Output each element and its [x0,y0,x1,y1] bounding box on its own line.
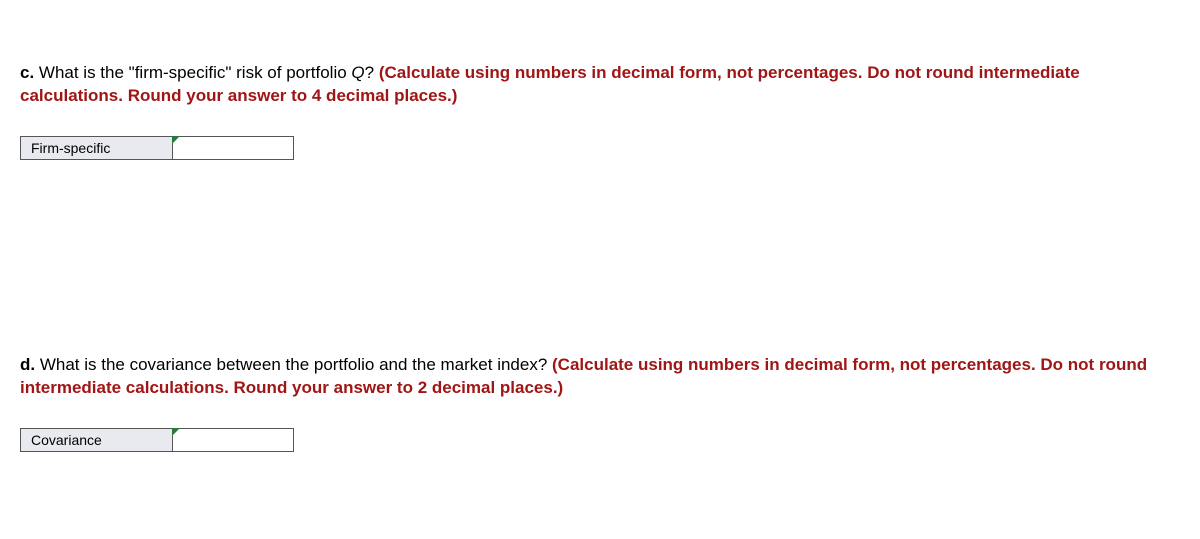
answer-row-d: Covariance [20,428,294,452]
corner-mark-icon [172,428,180,436]
spacer [20,202,1180,354]
question-c-marker: c. [20,63,34,82]
question-c-part1: What is the "firm-specific" risk of port… [34,63,351,82]
question-c-block: c. What is the "firm-specific" risk of p… [20,62,1180,160]
question-content: c. What is the "firm-specific" risk of p… [0,0,1200,514]
question-c-italic: Q [351,63,364,82]
covariance-label: Covariance [21,429,173,451]
question-c-text: c. What is the "firm-specific" risk of p… [20,62,1180,108]
question-d-text: d. What is the covariance between the po… [20,354,1180,400]
question-d-block: d. What is the covariance between the po… [20,354,1180,452]
firm-specific-input[interactable] [173,137,293,159]
firm-specific-input-wrap [173,137,293,159]
question-d-marker: d. [20,355,35,374]
firm-specific-label: Firm-specific [21,137,173,159]
question-c-part2: ? [365,63,379,82]
answer-row-c: Firm-specific [20,136,294,160]
covariance-input-wrap [173,429,293,451]
covariance-input[interactable] [173,429,293,451]
corner-mark-icon [172,136,180,144]
question-d-part1: What is the covariance between the portf… [35,355,552,374]
